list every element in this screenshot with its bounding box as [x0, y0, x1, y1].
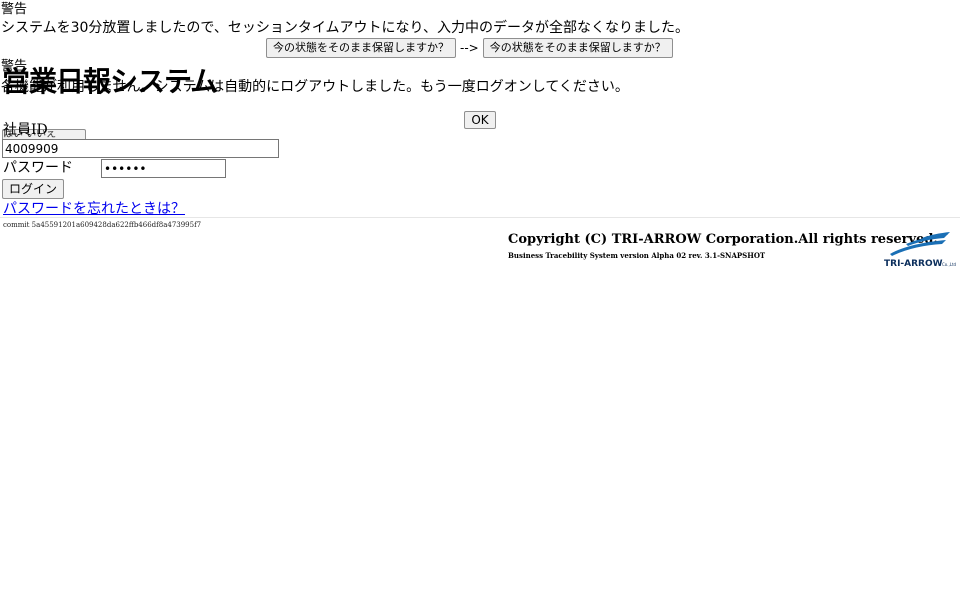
- app-title: 営業日報システム: [2, 65, 218, 98]
- commit-hash: commit 5a45591201a609428da622ffb466df8a4…: [3, 221, 202, 229]
- footer-divider: [0, 217, 960, 218]
- copyright-text: Copyright (C) TRI-ARROW Corporation.All …: [508, 232, 938, 247]
- keep-state-button[interactable]: 今の状態をそのまま保留しますか？: [266, 38, 456, 58]
- version-text: Business Tracebility System version Alph…: [508, 251, 766, 260]
- keep-state-row: 今の状態をそのまま保留しますか？ --> 今の状態をそのまま保留しますか？: [266, 38, 673, 58]
- logo-suffix: Co.,Ltd: [942, 262, 957, 267]
- logo-wordmark: TRI-ARROW: [884, 259, 943, 269]
- password-field[interactable]: [101, 159, 226, 178]
- password-label: パスワード: [3, 160, 73, 176]
- forgot-password-link[interactable]: パスワードを忘れたときは？: [3, 200, 185, 218]
- login-button[interactable]: ログイン: [2, 179, 64, 199]
- employee-id-label: 社員ID: [3, 122, 48, 138]
- login-page: 警告 システムを30分放置しましたので、セッションタイムアウトになり、入力中のデ…: [0, 0, 960, 600]
- company-logo: TRI-ARROW Co.,Ltd: [884, 230, 960, 270]
- arrow-text: -->: [460, 41, 479, 55]
- keep-state-button-alt[interactable]: 今の状態をそのまま保留しますか？: [482, 38, 673, 58]
- session-timeout-message: システムを30分放置しましたので、セッションタイムアウトになり、入力中のデータが…: [1, 20, 689, 36]
- tri-arrow-logo-icon: TRI-ARROW Co.,Ltd: [884, 232, 957, 269]
- employee-id-field[interactable]: [2, 139, 279, 158]
- warning-title: 警告: [1, 2, 28, 17]
- ok-button[interactable]: OK: [464, 111, 496, 129]
